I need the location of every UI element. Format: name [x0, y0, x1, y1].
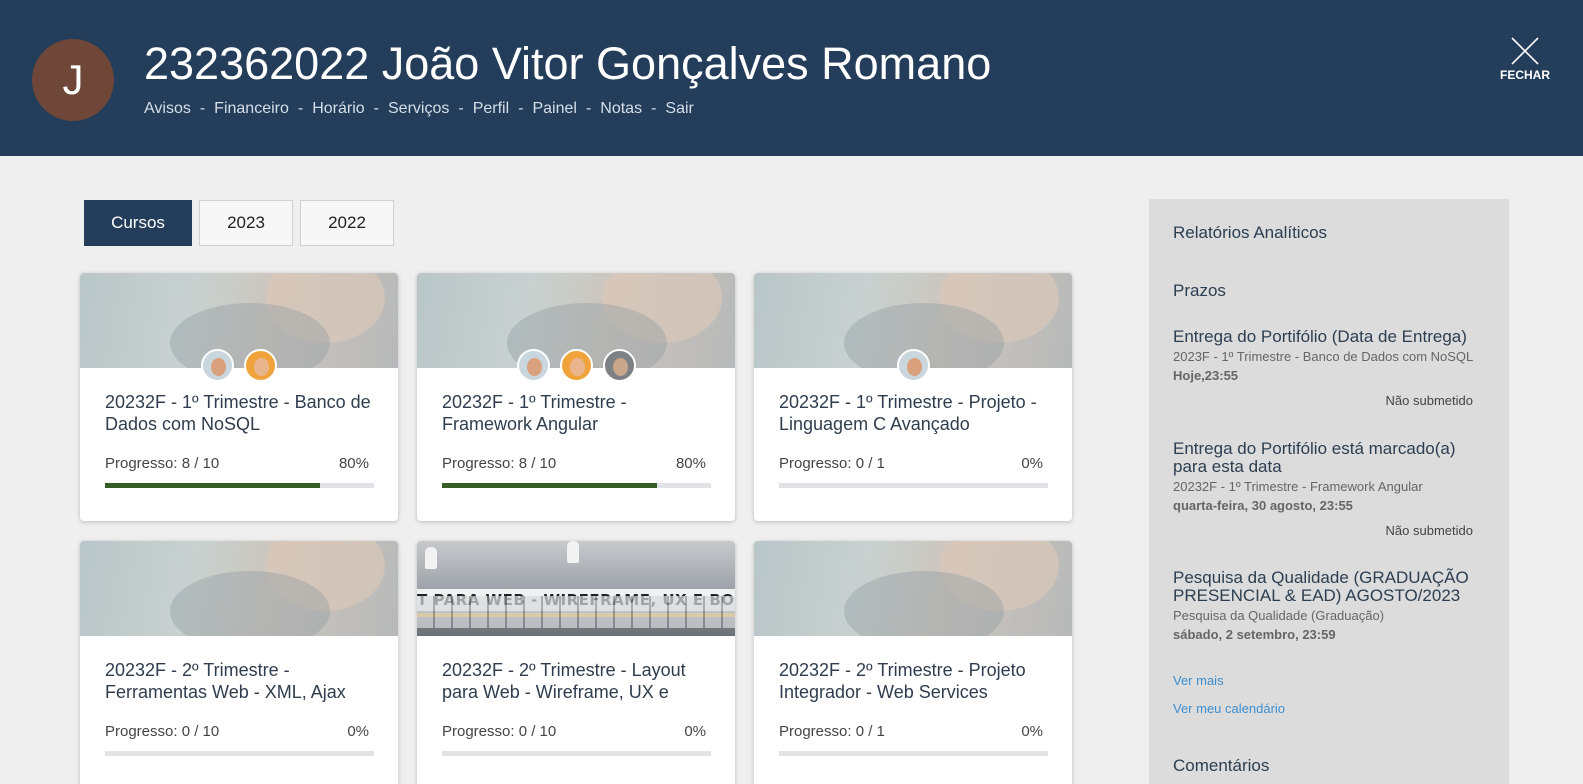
progress-label: Progresso: 0 / 10 [442, 723, 557, 740]
course-image [80, 273, 398, 382]
tab-2023[interactable]: 2023 [199, 200, 293, 246]
progress-label: Progresso: 8 / 10 [105, 455, 220, 472]
analytics-title[interactable]: Relatórios Analíticos [1173, 223, 1327, 243]
event-status: Não submetido [1385, 523, 1473, 538]
tab-2022[interactable]: 2022 [300, 200, 394, 246]
teacher-avatar[interactable] [602, 349, 636, 382]
teacher-avatars [417, 349, 735, 382]
progress-percent: 0% [347, 723, 369, 740]
event-course: Pesquisa da Qualidade (Graduação) [1173, 608, 1385, 623]
progress-bar [442, 483, 711, 488]
year-tabs: Cursos 2023 2022 [84, 200, 394, 246]
nav-separator: - [585, 100, 592, 117]
course-image [80, 541, 398, 636]
event-title[interactable]: Entrega do Portifólio (Data de Entrega) [1173, 328, 1485, 346]
progress-bar [105, 483, 374, 488]
user-nav: Avisos - Financeiro - Horário - Serviços - P… [144, 100, 694, 118]
close-button[interactable]: FECHAR [1495, 36, 1555, 82]
teacher-avatars [754, 349, 1072, 382]
right-sidebar: Relatórios Analíticos Prazos Entrega do … [1149, 199, 1509, 784]
progress-bar [105, 751, 374, 756]
course-title[interactable]: 20232F - 1º Trimestre - Projeto - Lingua… [779, 391, 1047, 435]
deadline-event: Pesquisa da Qualidade (GRADUAÇÃO PRESENC… [1173, 569, 1485, 643]
close-label: FECHAR [1500, 68, 1550, 82]
nav-sair[interactable]: Sair [665, 100, 693, 118]
teacher-avatar[interactable] [244, 349, 277, 382]
nav-notas[interactable]: Notas [600, 100, 642, 118]
progress-percent: 0% [1021, 455, 1043, 472]
progress-label: Progresso: 8 / 10 [442, 455, 557, 472]
course-title[interactable]: 20232F - 2º Trimestre - Projeto Integrad… [779, 659, 1047, 703]
course-image [754, 273, 1072, 382]
nav-perfil[interactable]: Perfil [473, 100, 509, 118]
progress-percent: 0% [1021, 723, 1043, 740]
course-title[interactable]: 20232F - 1º Trimestre - Banco de Dados c… [105, 391, 373, 435]
nav-separator: - [199, 100, 206, 117]
event-course: 20232F - 1º Trimestre - Framework Angula… [1173, 479, 1423, 494]
teacher-avatars [80, 349, 398, 382]
event-date: sábado, 2 setembro, 23:59 [1173, 627, 1336, 642]
nav-separator: - [518, 100, 524, 117]
event-date: quarta-feira, 30 agosto, 23:55 [1173, 498, 1353, 513]
event-course: 2023F - 1º Trimestre - Banco de Dados co… [1173, 349, 1474, 364]
course-card[interactable]: 20232F - 1º Trimestre - Banco de Dados c… [80, 273, 398, 521]
course-title[interactable]: 20232F - 2º Trimestre - Layout para Web … [442, 659, 710, 703]
nav-financeiro[interactable]: Financeiro [214, 100, 289, 118]
comments-title: Comentários [1173, 756, 1270, 775]
progress-bar [442, 751, 711, 756]
nav-separator: - [373, 100, 379, 117]
course-title[interactable]: 20232F - 1º Trimestre - Framework Angula… [442, 391, 710, 435]
event-title[interactable]: Pesquisa da Qualidade (GRADUAÇÃO PRESENC… [1173, 569, 1485, 605]
course-image: T PARA WEB - WIREFRAME, UX E BOO [417, 541, 735, 636]
progress-bar [779, 483, 1048, 488]
course-card[interactable]: 20232F - 1º Trimestre - Framework Angula… [417, 273, 735, 521]
avatar[interactable]: J [32, 39, 114, 121]
teacher-avatar[interactable] [896, 349, 930, 382]
nav-separator: - [651, 100, 657, 117]
course-card[interactable]: 20232F - 2º Trimestre - Ferramentas Web … [80, 541, 398, 784]
see-more-link[interactable]: Ver mais [1173, 673, 1224, 688]
event-status: Não submetido [1385, 393, 1473, 408]
teacher-avatar[interactable] [516, 349, 550, 382]
nav-servicos[interactable]: Serviços [388, 100, 449, 118]
progress-percent: 80% [675, 455, 706, 472]
progress-bar [779, 751, 1048, 756]
deadlines-title: Prazos [1173, 281, 1226, 300]
progress-label: Progresso: 0 / 1 [779, 723, 885, 740]
close-icon [1511, 37, 1539, 65]
progress-fill [105, 483, 321, 488]
course-image [754, 541, 1072, 636]
teacher-avatar[interactable] [559, 349, 593, 382]
progress-fill [442, 483, 658, 488]
nav-avisos[interactable]: Avisos [144, 100, 191, 118]
course-image [417, 273, 735, 382]
top-header: J 232362022 João Vitor Gonçalves Romano … [0, 0, 1583, 156]
progress-label: Progresso: 0 / 10 [105, 723, 220, 740]
nav-separator: - [458, 100, 464, 117]
course-card[interactable]: 20232F - 2º Trimestre - Projeto Integrad… [754, 541, 1072, 784]
user-name: 232362022 João Vitor Gonçalves Romano [144, 38, 992, 89]
nav-separator: - [297, 100, 304, 117]
event-title[interactable]: Entrega do Portifólio está marcado(a) pa… [1173, 440, 1485, 476]
progress-percent: 0% [684, 723, 706, 740]
progress-percent: 80% [338, 455, 369, 472]
tab-cursos[interactable]: Cursos [84, 200, 192, 246]
course-card[interactable]: 20232F - 1º Trimestre - Projeto - Lingua… [754, 273, 1072, 521]
course-card[interactable]: T PARA WEB - WIREFRAME, UX E BOO 20232F … [417, 541, 735, 784]
deadline-event: Entrega do Portifólio está marcado(a) pa… [1173, 440, 1485, 539]
nav-horario[interactable]: Horário [312, 100, 364, 118]
teacher-avatar[interactable] [201, 349, 234, 382]
course-title[interactable]: 20232F - 2º Trimestre - Ferramentas Web … [105, 659, 373, 703]
see-calendar-link[interactable]: Ver meu calendário [1173, 701, 1285, 716]
deadline-event: Entrega do Portifólio (Data de Entrega) … [1173, 328, 1485, 409]
event-date: Hoje,23:55 [1173, 368, 1239, 383]
progress-label: Progresso: 0 / 1 [779, 455, 885, 472]
nav-painel[interactable]: Painel [532, 100, 576, 118]
